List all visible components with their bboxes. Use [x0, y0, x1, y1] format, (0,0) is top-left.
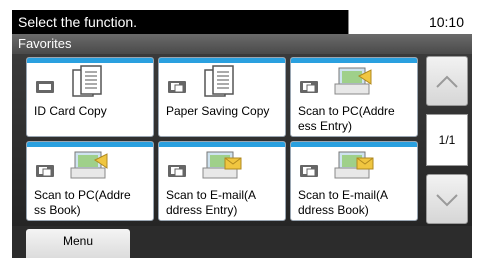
scan-to-pc-icon — [334, 67, 372, 95]
tile-accent-bar — [27, 58, 153, 63]
menu-button[interactable]: Menu — [26, 229, 130, 258]
tile-scan-to-pc-address-entry[interactable]: Scan to PC(Addre ess Entry) — [290, 57, 418, 137]
tile-label: Paper Saving Copy — [166, 104, 270, 118]
scroll-down-button[interactable] — [426, 174, 468, 224]
tile-id-card-copy[interactable]: ID Card Copy — [26, 57, 154, 137]
tile-accent-bar — [291, 58, 417, 63]
tile-accent-bar — [27, 142, 153, 147]
tile-label: Scan to PC(Addre ss Book) — [34, 188, 131, 217]
scan-mode-icon — [36, 165, 54, 177]
prompt-text: Select the function. — [18, 14, 138, 30]
footer-bar: Menu — [12, 226, 472, 258]
scan-mode-icon — [300, 81, 318, 93]
tile-accent-bar — [291, 142, 417, 147]
page-indicator: 1/1 — [426, 114, 468, 166]
tile-paper-saving-copy[interactable]: Paper Saving Copy — [158, 57, 286, 137]
favorites-title: Favorites — [18, 36, 72, 51]
copy-duplex-icon — [168, 81, 186, 93]
scan-to-email-icon — [334, 151, 374, 179]
copy-mode-icon — [36, 81, 54, 93]
tile-label: Scan to E-mail(A ddress Book) — [298, 188, 389, 217]
scan-mode-icon — [300, 165, 318, 177]
header-bar: Select the function. 10:10 — [12, 10, 472, 34]
chevron-up-icon — [436, 75, 458, 88]
page-scroller: 1/1 — [426, 56, 468, 224]
chevron-down-icon — [436, 194, 458, 207]
menu-button-label: Menu — [62, 234, 94, 248]
scan-mode-icon — [168, 165, 186, 177]
clock-area: 10:10 — [348, 10, 472, 34]
tile-scan-to-email-address-entry[interactable]: Scan to E-mail(A ddress Entry) — [158, 141, 286, 221]
tile-scan-to-pc-address-book[interactable]: Scan to PC(Addre ss Book) — [26, 141, 154, 221]
tile-label: Scan to PC(Addre ess Entry) — [298, 104, 395, 133]
tile-scan-to-email-address-book[interactable]: Scan to E-mail(A ddress Book) — [290, 141, 418, 221]
clock-time: 10:10 — [428, 14, 464, 30]
tile-accent-bar — [159, 142, 285, 147]
document-copy-icon — [204, 65, 234, 97]
scan-to-email-icon — [202, 151, 242, 179]
panel-screen: Select the function. 10:10 Favorites ID … — [12, 10, 472, 258]
tile-label: ID Card Copy — [34, 104, 107, 118]
tile-label: Scan to E-mail(A ddress Entry) — [166, 188, 257, 217]
favorites-bar: Favorites — [12, 34, 472, 54]
scan-to-pc-icon — [70, 151, 108, 179]
favorites-grid: ID Card Copy Paper Saving Copy Scan to P… — [12, 54, 472, 226]
tile-accent-bar — [159, 58, 285, 63]
document-copy-icon — [72, 65, 102, 97]
prompt-area: Select the function. — [12, 10, 348, 34]
scroll-up-button[interactable] — [426, 56, 468, 106]
